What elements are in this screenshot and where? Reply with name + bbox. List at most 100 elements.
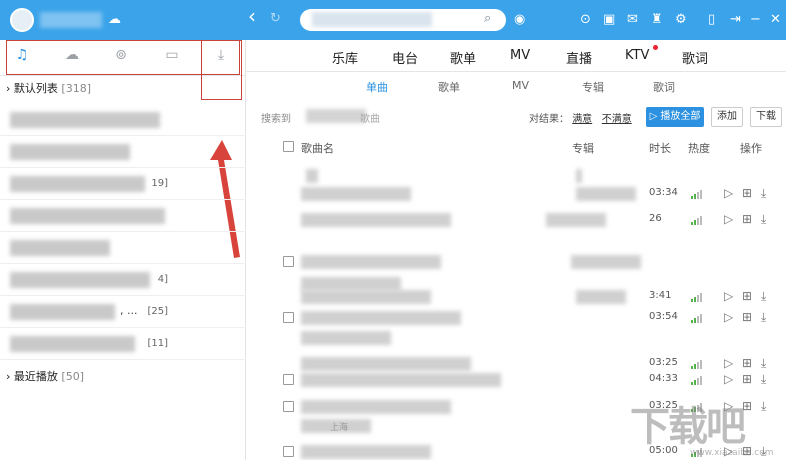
- add-icon[interactable]: ⊞: [742, 372, 752, 386]
- user-avatar[interactable]: [10, 8, 34, 32]
- table-row[interactable]: 26 ▷ ⊞ ⤓: [246, 208, 786, 232]
- song-info-blurred: [576, 290, 626, 304]
- tab-ktv[interactable]: KTV: [625, 48, 649, 63]
- subtab-songs[interactable]: 单曲: [366, 79, 388, 95]
- row-checkbox[interactable]: [283, 256, 294, 267]
- subtab-lyrics[interactable]: 歌词: [653, 79, 675, 95]
- row-checkbox[interactable]: [283, 401, 294, 412]
- col-duration[interactable]: 时长: [649, 140, 671, 156]
- settings-icon[interactable]: ⚙: [675, 13, 687, 27]
- song-info-blurred: [301, 290, 431, 304]
- satisfied-link[interactable]: 满意: [572, 114, 592, 125]
- row-checkbox[interactable]: [283, 446, 294, 457]
- song-info-blurred: [301, 331, 391, 345]
- add-icon[interactable]: ⊞: [742, 186, 752, 200]
- song-info-blurred: [576, 169, 582, 183]
- tab-radio[interactable]: 电台: [392, 48, 418, 67]
- close-icon[interactable]: ✕: [770, 13, 781, 27]
- username-blurred: [40, 12, 102, 28]
- tab-playlist[interactable]: 歌单: [450, 48, 476, 67]
- download-icon[interactable]: ⤓: [761, 289, 766, 304]
- heat-bars-icon: [691, 189, 705, 199]
- song-info-blurred: [301, 373, 501, 387]
- ktv-notification-dot: [653, 45, 658, 50]
- table-row[interactable]: 04:33 ▷ ⊞ ⤓: [246, 368, 786, 392]
- result-feedback: 对结果： 满意 不满意: [529, 110, 632, 125]
- subtab-albums[interactable]: 专辑: [582, 79, 604, 95]
- voice-search-icon[interactable]: ◉: [514, 13, 525, 27]
- col-album[interactable]: 专辑: [572, 140, 594, 156]
- mini-mode-icon[interactable]: ⇥: [730, 13, 741, 27]
- title-bar: ☁ ‹ ↻ ⌕ ◉ ⊙ ▣ ✉ ♜ ⚙ ▯ ⇥ − ✕: [0, 0, 786, 40]
- play-all-button[interactable]: ▷ 播放全部: [646, 107, 704, 127]
- song-info-blurred: [301, 445, 431, 459]
- list-item[interactable]: [0, 104, 246, 136]
- recent-play-header[interactable]: › 最近播放 [50]: [6, 368, 84, 384]
- song-info-blurred: [546, 213, 606, 227]
- table-row[interactable]: [246, 326, 786, 350]
- list-item[interactable]: 4]: [0, 264, 246, 296]
- list-item[interactable]: [25], ...: [0, 296, 246, 328]
- select-all-checkbox[interactable]: [283, 141, 294, 152]
- download-icon[interactable]: ⤓: [761, 186, 766, 201]
- heat-bars-icon: [691, 313, 705, 323]
- add-icon[interactable]: ⊞: [742, 310, 752, 324]
- play-icon[interactable]: ▷: [724, 372, 733, 386]
- tab-mv[interactable]: MV: [510, 48, 530, 63]
- back-button[interactable]: ‹: [248, 6, 256, 26]
- list-item[interactable]: [0, 136, 246, 168]
- download-button[interactable]: 下载: [750, 107, 782, 127]
- skin-icon[interactable]: ⊙: [580, 13, 591, 27]
- list-item-suffix: , ...: [120, 304, 138, 317]
- song-info-blurred: [301, 400, 451, 414]
- play-icon[interactable]: ▷: [724, 310, 733, 324]
- subtab-playlists[interactable]: 歌单: [438, 79, 460, 95]
- search-query-blurred: [312, 12, 432, 27]
- row-checkbox[interactable]: [283, 374, 294, 385]
- main-nav: 乐库 电台 歌单 MV 直播 KTV 歌词: [246, 40, 786, 72]
- add-icon[interactable]: ⊞: [742, 212, 752, 226]
- subtab-mv[interactable]: MV: [512, 79, 529, 92]
- default-list-header[interactable]: › 默认列表 [318]: [6, 80, 91, 96]
- tab-lyrics[interactable]: 歌词: [682, 48, 708, 67]
- download-icon[interactable]: ⤓: [761, 212, 766, 227]
- download-icon[interactable]: ⤓: [761, 372, 766, 387]
- mobile-icon[interactable]: ▯: [708, 13, 715, 27]
- recent-play-label: 最近播放: [13, 370, 58, 383]
- add-icon[interactable]: ⊞: [742, 289, 752, 303]
- song-duration: 03:54: [649, 311, 678, 322]
- table-row[interactable]: 03:34 ▷ ⊞ ⤓: [246, 182, 786, 206]
- message-icon[interactable]: ▣: [603, 13, 615, 27]
- song-duration: 26: [649, 213, 662, 224]
- row-checkbox[interactable]: [283, 312, 294, 323]
- unsatisfied-link[interactable]: 不满意: [602, 114, 632, 125]
- annotation-box-download: [201, 40, 242, 100]
- list-item[interactable]: [0, 200, 246, 232]
- list-item[interactable]: [0, 232, 246, 264]
- minimize-icon[interactable]: −: [750, 13, 761, 27]
- col-heat[interactable]: 热度: [688, 140, 710, 156]
- play-icon[interactable]: ▷: [724, 212, 733, 226]
- shirt-icon[interactable]: ♜: [651, 13, 663, 27]
- add-button[interactable]: 添加: [711, 107, 743, 127]
- table-row[interactable]: [246, 250, 786, 274]
- cloud-sync-icon[interactable]: ☁: [108, 13, 121, 27]
- chevron-right-icon: ›: [6, 370, 11, 383]
- song-duration: 03:25: [649, 357, 678, 368]
- default-list-label: 默认列表: [13, 82, 58, 95]
- tab-live[interactable]: 直播: [566, 48, 592, 67]
- search-icon[interactable]: ⌕: [484, 11, 498, 26]
- download-icon[interactable]: ⤓: [761, 310, 766, 325]
- search-keyword-blurred: [306, 109, 366, 123]
- song-info-blurred: [571, 255, 641, 269]
- col-title[interactable]: 歌曲名: [301, 140, 334, 156]
- mail-icon[interactable]: ✉: [627, 13, 638, 27]
- song-note: 上海: [330, 423, 349, 433]
- tab-library[interactable]: 乐库: [332, 48, 358, 67]
- refresh-button[interactable]: ↻: [270, 12, 281, 26]
- list-item[interactable]: [11]: [0, 328, 246, 360]
- list-item[interactable]: 19]: [0, 168, 246, 200]
- play-icon[interactable]: ▷: [724, 289, 733, 303]
- play-icon[interactable]: ▷: [724, 186, 733, 200]
- search-input[interactable]: ⌕: [300, 9, 506, 31]
